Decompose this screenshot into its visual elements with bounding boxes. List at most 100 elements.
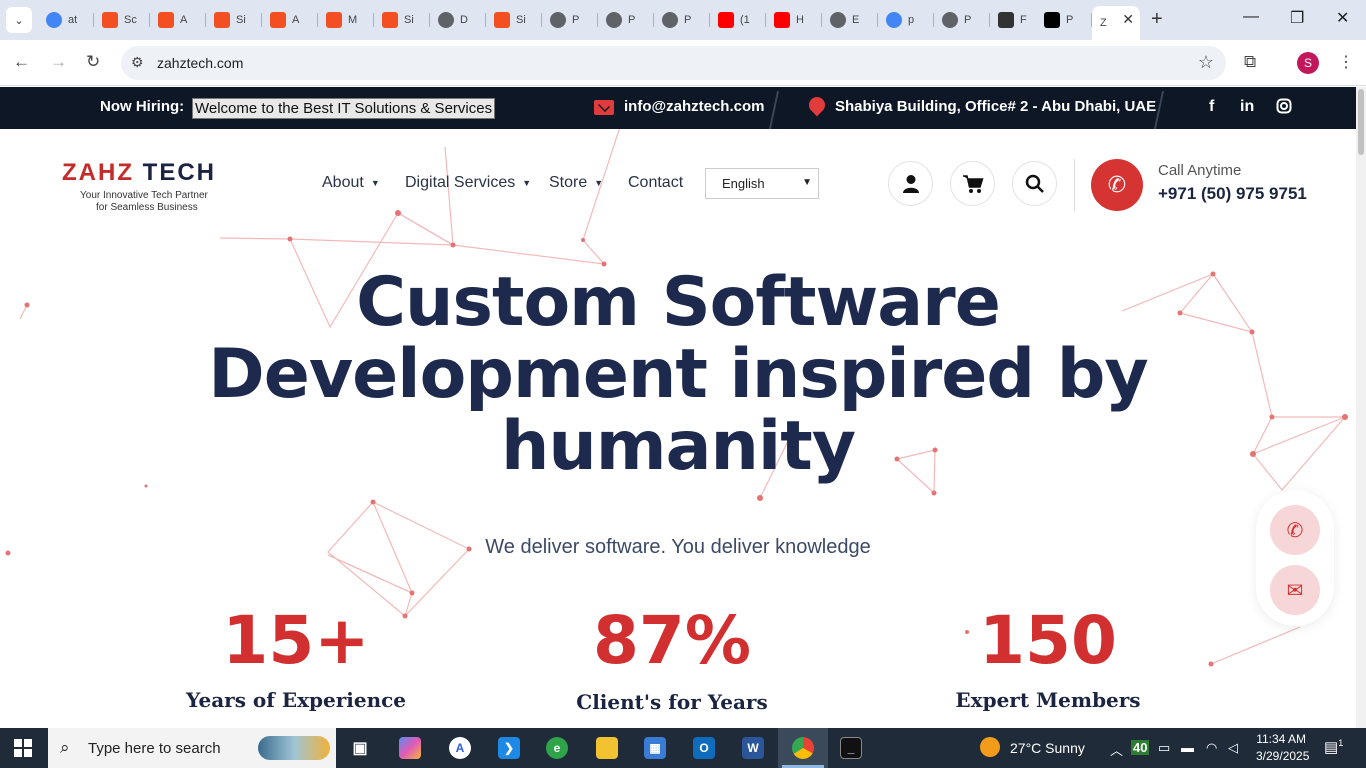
taskbar-search-placeholder: Type here to search [88,740,221,757]
browser-tab[interactable]: P [598,6,654,34]
clock-date[interactable]: 3/29/2025 [1256,749,1309,763]
microsoft-icon [494,12,510,28]
floating-phone-icon[interactable]: ✆ [1270,505,1320,555]
nav-about[interactable]: About ▼ [322,174,380,192]
minimize-button[interactable]: — [1243,8,1259,26]
close-window-button[interactable]: ✕ [1336,8,1349,28]
wifi-icon[interactable]: ◠ [1206,740,1217,756]
browser-tab[interactable]: D [430,6,486,34]
facebook-icon[interactable]: f [1209,98,1214,116]
extensions-icon[interactable]: ⧉ [1244,52,1256,72]
nav-contact[interactable]: Contact [628,174,683,192]
menu-dots-icon[interactable]: ⋮ [1338,52,1354,72]
store-icon[interactable]: ▦ [644,737,666,759]
globe-icon [662,12,678,28]
logo[interactable]: ZAHZ TECH [62,159,216,187]
browser-toolbar: ← → ↻ ⚙ zahztech.com ☆ [0,40,1366,86]
nav-store[interactable]: Store ▼ [549,174,603,192]
hero-title-line: humanity [500,407,856,486]
notification-icon[interactable]: ▤1 [1324,738,1343,756]
browser-tab[interactable]: at [38,6,94,34]
nav-about-label: About [322,174,364,191]
stat-label: Client's for Years [576,690,768,714]
browser-tab[interactable]: Si [206,6,262,34]
browser-tab[interactable]: P [1036,6,1092,34]
caret-down-icon: ▼ [370,177,380,188]
restore-button[interactable]: ❐ [1290,8,1304,28]
bookmark-star-icon[interactable]: ☆ [1198,52,1214,73]
browser-tab[interactable]: P [542,6,598,34]
phone-icon[interactable]: ✆ [1091,159,1143,211]
new-tab-button[interactable]: + [1151,8,1163,31]
reload-icon[interactable]: ↻ [86,52,100,72]
search-icon[interactable] [1012,161,1057,206]
browser-tab[interactable]: A [262,6,318,34]
taskbar-search[interactable]: ⌕ Type here to search [48,728,336,768]
site-info-icon[interactable]: ⚙ [131,54,144,71]
file-explorer-icon[interactable] [596,737,618,759]
tab-active[interactable]: Z ✕ [1092,6,1140,40]
browser-tab[interactable]: P [934,6,990,34]
chrome-icon[interactable] [792,737,814,759]
divider [768,91,780,129]
word-icon[interactable]: W [742,737,764,759]
meet-icon[interactable]: ▭ [1158,740,1170,756]
profile-avatar[interactable]: S [1297,52,1319,74]
search-icon: ⌕ [60,738,70,757]
forward-icon[interactable]: → [50,52,67,72]
cart-icon[interactable] [950,161,995,206]
browser-tab[interactable]: p [878,6,934,34]
windows-start-icon[interactable] [14,739,32,757]
terminal-icon[interactable]: _ [840,737,862,759]
clock-time[interactable]: 11:34 AM [1256,732,1306,746]
show-hidden-icons[interactable]: ︿ [1110,740,1123,759]
instagram-icon[interactable] [1276,98,1292,119]
battery-icon[interactable]: ▬ [1181,740,1194,755]
language-value: English [722,176,765,191]
nav-store-label: Store [549,174,588,191]
vscode-icon[interactable]: ❯ [498,737,520,759]
tab-search-button[interactable]: ⌄ [6,7,32,33]
app-a-icon[interactable]: A [449,737,471,759]
copilot-icon[interactable] [399,737,421,759]
globe-icon [438,12,454,28]
nav-digital-label: Digital Services [405,174,516,191]
tab-close-icon[interactable]: ✕ [1122,11,1134,28]
linkedin-icon[interactable]: in [1240,98,1254,116]
caret-down-icon: ▼ [594,177,604,188]
edge-icon[interactable]: e [546,737,568,759]
browser-tab[interactable]: Si [374,6,430,34]
nav-digital-services[interactable]: Digital Services ▼ [405,174,531,192]
weather-text[interactable]: 27°C Sunny [1010,740,1085,756]
user-account-icon[interactable] [888,161,933,206]
globe-icon [942,12,958,28]
browser-tab[interactable]: (1 [710,6,766,34]
battery-indicator[interactable]: 40 [1131,740,1150,755]
outlook-icon[interactable]: O [693,737,715,759]
address-bar[interactable]: ⚙ zahztech.com ☆ [121,46,1226,80]
weather-icon[interactable] [980,737,1000,757]
scrollbar-thumb[interactable] [1358,89,1364,155]
call-number[interactable]: +971 (50) 975 9751 [1158,184,1307,204]
hiring-ticker[interactable]: Welcome to the Best IT Solutions & Servi… [192,98,496,119]
email-link[interactable]: info@zahztech.com [624,98,764,115]
volume-icon[interactable]: ◁ [1228,740,1238,756]
task-view-icon[interactable]: ▣ [349,737,371,759]
browser-tab[interactable]: Si [486,6,542,34]
browser-tab[interactable]: A [150,6,206,34]
hero-title-line: Custom Software [356,263,1001,342]
back-icon[interactable]: ← [13,52,30,72]
browser-tab[interactable]: P [654,6,710,34]
floating-mail-icon[interactable]: ✉ [1270,565,1320,615]
globe-icon [830,12,846,28]
microsoft-icon [214,12,230,28]
microsoft-icon [326,12,342,28]
language-select[interactable]: English ▼ [705,168,819,199]
globe-icon [606,12,622,28]
page-scrollbar[interactable] [1356,87,1366,728]
browser-tab[interactable]: M [318,6,374,34]
browser-tab[interactable]: Sc [94,6,150,34]
url-text[interactable]: zahztech.com [157,55,243,71]
browser-tab[interactable]: E [822,6,878,34]
browser-tab[interactable]: H [766,6,822,34]
